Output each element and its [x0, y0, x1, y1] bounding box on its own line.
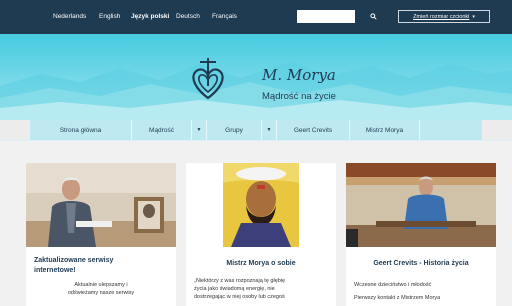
chevron-down-icon[interactable]: ▼: [262, 120, 277, 140]
card-excerpt-line: „Niektórzy z was rozpoznają tę głębię: [194, 278, 286, 284]
card-excerpt-line: Wczesne dzieciństwo i młodość: [354, 282, 432, 288]
language-link-deutsch[interactable]: Deutsch: [176, 13, 200, 20]
card-excerpt: „Niektórzy z was rozpoznają tę głębię ży…: [194, 277, 328, 301]
menu-item-wisdom[interactable]: Mądrość: [132, 120, 192, 140]
menu-item-empty: [420, 120, 482, 140]
menu-item-groups[interactable]: Grupy: [207, 120, 262, 140]
card-image-master-morya-portrait[interactable]: [186, 163, 336, 247]
language-link-francais[interactable]: Français: [212, 13, 237, 20]
card-excerpt-line: życia jako świadomą energię, nie: [194, 286, 275, 292]
language-link-english[interactable]: English: [99, 13, 120, 20]
card-excerpt: Wczesne dzieciństwo i młodość Pierwszy k…: [354, 279, 488, 305]
card-title-line: Zaktualizowane serwisy: [34, 257, 114, 264]
logo-tagline: Mądrość na życie: [262, 91, 336, 102]
search-icon[interactable]: [370, 13, 377, 20]
card-title[interactable]: Zaktualizowane serwisy internetowe!: [34, 256, 168, 276]
news-card-geert-crevits[interactable]: Geert Crevits - Historia życia Wczesne d…: [346, 163, 496, 306]
font-size-button-label: Zmień rozmiar czcionki: [413, 13, 470, 20]
menu-item-home[interactable]: Strona główna: [30, 120, 132, 140]
language-link-nederlands[interactable]: Nederlands: [53, 13, 86, 20]
menu-item-master-morya[interactable]: Mistrz Morya: [350, 120, 420, 140]
card-title-line: internetowe!: [34, 267, 76, 274]
hero-banner: M. Morya Mądrość na życie: [0, 34, 512, 120]
card-excerpt-line: odświeżamy nasze serwisy: [67, 290, 135, 296]
card-excerpt-line: dostrzegając w niej osoby lub czegoś: [194, 294, 285, 300]
search-input[interactable]: [297, 10, 355, 23]
card-title[interactable]: Geert Crevits - Historia życia: [346, 259, 496, 269]
news-card-updated-sites[interactable]: Zaktualizowane serwisy internetowe! Aktu…: [26, 163, 176, 306]
card-excerpt-line: Pierwszy kontakt z Mistrzem Morya: [354, 295, 441, 301]
card-image-geert-crevits-seated[interactable]: [346, 163, 496, 247]
card-title[interactable]: Mistrz Morya o sobie: [186, 259, 336, 269]
card-image-man-at-desk[interactable]: [26, 163, 176, 247]
font-size-button[interactable]: Zmień rozmiar czcionki ▾: [398, 10, 490, 23]
news-card-morya[interactable]: Mistrz Morya o sobie „Niektórzy z was ro…: [186, 163, 336, 306]
chevron-down-icon: ▾: [472, 13, 475, 20]
top-navigation-bar: Nederlands English Język polski Deutsch …: [0, 0, 512, 34]
logo-icon[interactable]: [188, 56, 228, 102]
menu-item-geert-crevits[interactable]: Geert Crevits: [277, 120, 350, 140]
language-link-polski[interactable]: Język polski: [131, 13, 169, 20]
logo-signature: M. Morya: [262, 66, 336, 84]
card-excerpt-line: Aktualnie ulepszamy i: [74, 282, 128, 288]
main-menu: Strona główna Mądrość ▼ Grupy ▼ Geert Cr…: [30, 120, 482, 140]
card-excerpt: Aktualnie ulepszamy i odświeżamy nasze s…: [34, 281, 168, 297]
mountains-background: [0, 62, 512, 120]
chevron-down-icon[interactable]: ▼: [192, 120, 207, 140]
